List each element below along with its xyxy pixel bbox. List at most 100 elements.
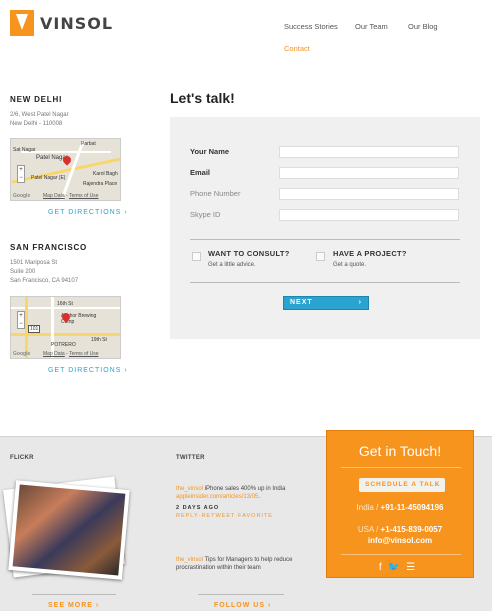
- nav-success-stories[interactable]: Success Stories: [284, 22, 338, 31]
- address-line: 1501 Mariposa St: [10, 260, 58, 266]
- address-line: San Francisco, CA 94107: [10, 278, 79, 284]
- usa-label: USA /: [357, 525, 381, 534]
- divider: [341, 467, 461, 468]
- flickr-heading: FLICKR: [10, 455, 34, 461]
- office-address-new-delhi: 2/6, West Patel Nagar New Delhi - 110008: [10, 111, 69, 129]
- see-more-link[interactable]: SEE MORE ›: [48, 602, 99, 609]
- map-footer: Google Map Data - Terms of Use: [13, 351, 99, 357]
- twitter-heading: TWITTER: [176, 455, 205, 461]
- map-zoom-control[interactable]: + −: [17, 311, 25, 329]
- get-directions-new-delhi[interactable]: GET DIRECTIONS ›: [48, 209, 128, 216]
- address-line: Suite 200: [10, 269, 36, 275]
- next-label: NEXT: [290, 299, 313, 306]
- email-label: Email: [190, 168, 211, 177]
- office-address-san-francisco: 1501 Mariposa St Suite 200 San Francisco…: [10, 259, 78, 286]
- consult-option-title[interactable]: WANT TO CONSULT?: [208, 249, 290, 258]
- contact-form: Your Name Email Phone Number Skype ID WA…: [170, 117, 480, 339]
- tweet-actions[interactable]: REPLY·RETWEET·FAVORITE: [176, 513, 273, 519]
- map-label: Rajendra Place: [83, 181, 118, 187]
- map-terms-link[interactable]: Terms of Use: [69, 193, 98, 199]
- get-in-touch-box: Get in Touch! SCHEDULE A TALK › India / …: [326, 430, 474, 578]
- see-more-label: SEE MORE: [48, 602, 93, 609]
- map-terms-link[interactable]: Terms of Use: [69, 351, 98, 357]
- map-san-francisco[interactable]: 16th St Anchor Brewing Comp POTRERO 101 …: [10, 296, 121, 359]
- google-logo: Google: [13, 193, 31, 199]
- map-label: POTRERO: [51, 342, 76, 348]
- nav-our-team[interactable]: Our Team: [355, 22, 388, 31]
- phone-field[interactable]: [279, 188, 459, 200]
- follow-us-link[interactable]: FOLLOW US ›: [214, 602, 271, 609]
- form-title: Let's talk!: [170, 90, 235, 106]
- project-radio[interactable]: [316, 252, 325, 261]
- email-address: info@vinsol.com: [367, 536, 433, 545]
- office-title-san-francisco: SAN FRANCISCO: [10, 243, 88, 252]
- tweet-text: iPhone sales 400% up in India: [203, 486, 286, 492]
- tweet-url-link[interactable]: appleinsider.com/articles/13/05..: [176, 494, 262, 500]
- chevron-right-icon: ›: [124, 209, 128, 216]
- consult-radio[interactable]: [192, 252, 201, 261]
- skype-field[interactable]: [279, 209, 459, 221]
- address-line: 2/6, West Patel Nagar: [10, 112, 69, 118]
- map-new-delhi[interactable]: Parbat Patel Nagar Patel Nagar (E) Karol…: [10, 138, 121, 201]
- email-link[interactable]: info@vinsol.com: [327, 536, 473, 545]
- schedule-talk-button[interactable]: SCHEDULE A TALK ›: [359, 478, 445, 492]
- get-in-touch-title: Get in Touch!: [358, 443, 442, 459]
- form-divider: [190, 282, 460, 283]
- chevron-right-icon: ›: [95, 602, 100, 609]
- map-label: Patel Nagar (E): [31, 175, 66, 181]
- map-data-link[interactable]: Map Data: [43, 193, 65, 199]
- facebook-icon[interactable]: f: [379, 562, 388, 573]
- divider: [32, 594, 116, 595]
- rss-icon[interactable]: ☰: [406, 562, 421, 573]
- email-field[interactable]: [279, 167, 459, 179]
- usa-phone-number[interactable]: +1-415-839-0057: [381, 525, 443, 534]
- form-divider: [190, 239, 460, 240]
- tweet-item: the_vinsol iPhone sales 400% up in India…: [176, 485, 301, 520]
- tweet-meta: 2 DAYS AGO REPLY·RETWEET·FAVORITE: [176, 504, 301, 520]
- your-name-field[interactable]: [279, 146, 459, 158]
- chevron-right-icon: ›: [358, 299, 362, 306]
- map-label: 16th St: [57, 301, 73, 307]
- divider: [198, 594, 284, 595]
- chevron-right-icon: ›: [267, 602, 272, 609]
- logo[interactable]: VINSOL: [10, 10, 113, 36]
- get-directions-san-francisco[interactable]: GET DIRECTIONS ›: [48, 367, 128, 374]
- india-label: India /: [356, 503, 381, 512]
- tweet-user-link[interactable]: the_vinsol: [176, 557, 203, 563]
- google-logo: Google: [13, 351, 31, 357]
- divider: [341, 554, 461, 555]
- tweet-user-link[interactable]: the_vinsol: [176, 486, 203, 492]
- skype-label: Skype ID: [190, 210, 221, 219]
- nav-contact[interactable]: Contact: [284, 44, 310, 53]
- india-phone: India / +91-11-45094196: [327, 503, 473, 513]
- map-data-link[interactable]: Map Data: [43, 351, 65, 357]
- schedule-label: SCHEDULE A TALK: [365, 481, 441, 488]
- office-title-new-delhi: NEW DELHI: [10, 95, 63, 104]
- usa-phone: USA / +1-415-839-0057: [327, 525, 473, 534]
- map-label: 19th St: [91, 337, 107, 343]
- phone-label: Phone Number: [190, 189, 241, 198]
- flickr-photo[interactable]: [8, 480, 130, 580]
- next-button[interactable]: NEXT ›: [283, 296, 369, 310]
- logo-mark-icon: [10, 10, 34, 36]
- project-option-subtitle: Get a quote.: [333, 262, 367, 268]
- highway-shield: 101: [28, 325, 41, 333]
- address-line: New Delhi - 110008: [10, 121, 63, 127]
- consult-option-subtitle: Get a little advice.: [208, 262, 256, 268]
- photo-image: [12, 484, 126, 576]
- follow-us-label: FOLLOW US: [214, 602, 265, 609]
- tweet-time: 2 DAYS AGO: [176, 505, 220, 511]
- logo-text: VINSOL: [40, 13, 114, 33]
- nav-our-blog[interactable]: Our Blog: [408, 22, 438, 31]
- map-footer: Google Map Data - Terms of Use: [13, 193, 99, 199]
- twitter-icon[interactable]: 🐦: [388, 562, 406, 573]
- tweet-item: the_vinsol Tips for Managers to help red…: [176, 556, 301, 572]
- chevron-right-icon: ›: [435, 481, 439, 488]
- india-phone-number[interactable]: +91-11-45094196: [381, 503, 444, 512]
- social-links: f🐦☰: [327, 562, 473, 573]
- flickr-photos[interactable]: [3, 476, 130, 580]
- your-name-label: Your Name: [190, 147, 230, 156]
- project-option-title[interactable]: HAVE A PROJECT?: [333, 249, 407, 258]
- map-label: Sat Nagar: [13, 147, 36, 153]
- map-zoom-control[interactable]: + −: [17, 165, 25, 183]
